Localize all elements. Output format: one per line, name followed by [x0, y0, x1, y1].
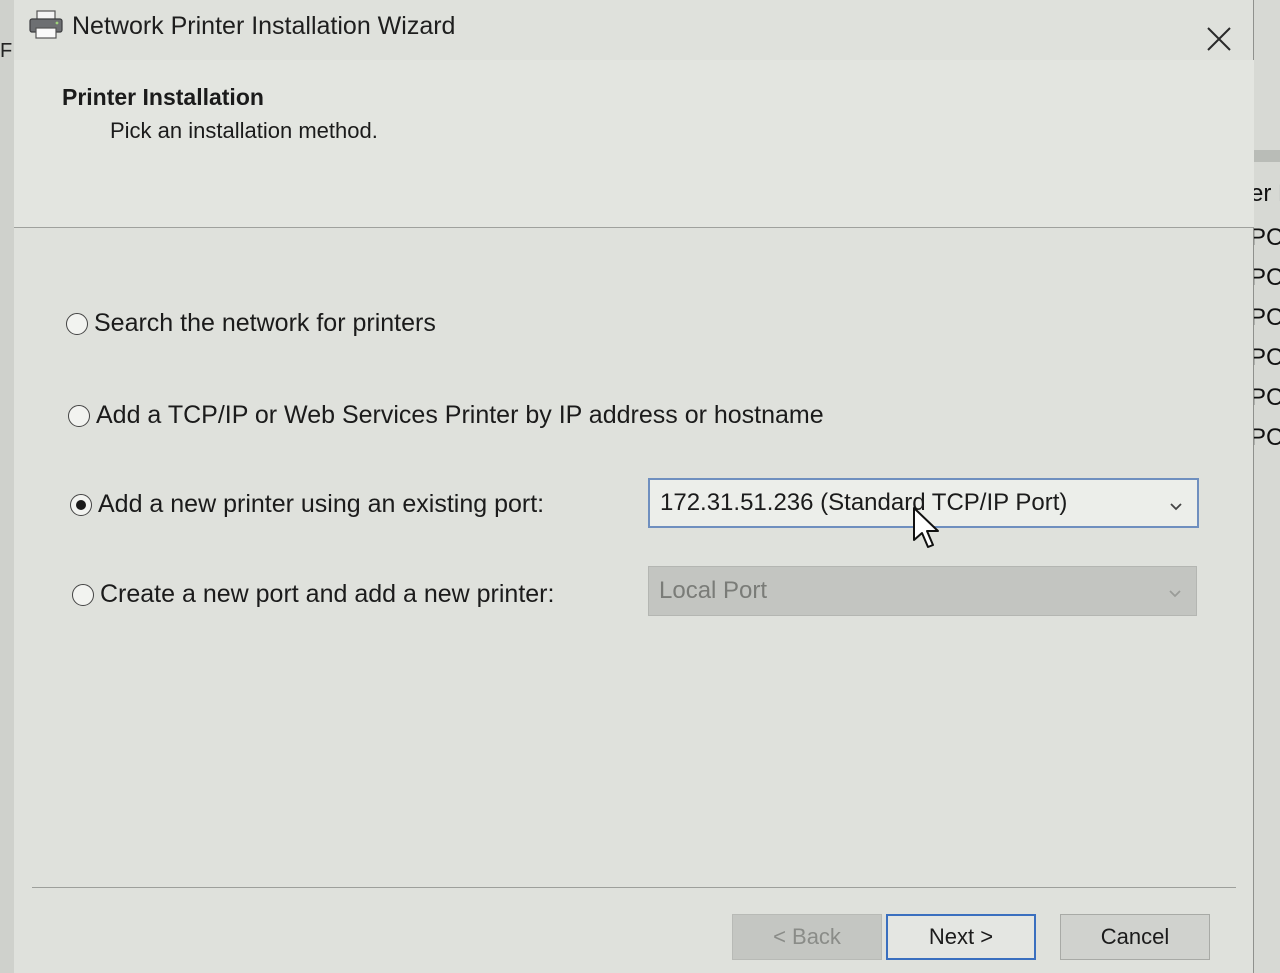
- radio-button[interactable]: [72, 583, 94, 606]
- background-text: PC (: [1252, 224, 1280, 251]
- option-add-tcpip[interactable]: Add a TCP/IP or Web Services Printer by …: [68, 401, 824, 430]
- radio-dot: [76, 499, 86, 510]
- printer-icon: [28, 10, 64, 40]
- option-label: Search the network for printers: [94, 309, 436, 337]
- close-icon: [1206, 26, 1232, 57]
- cancel-button[interactable]: Cancel: [1060, 914, 1210, 960]
- option-new-port[interactable]: Create a new port and add a new printer:: [72, 580, 554, 609]
- chevron-down-icon[interactable]: [1167, 494, 1185, 512]
- wizard-content: Search the network for printers Add a TC…: [14, 229, 1254, 889]
- radio-button[interactable]: [68, 404, 90, 427]
- new-port-dropdown[interactable]: Local Port: [648, 566, 1197, 616]
- background-text: PC (: [1252, 424, 1280, 451]
- background-text: F: [0, 40, 13, 62]
- next-button[interactable]: Next >: [886, 914, 1036, 960]
- close-button[interactable]: [1200, 22, 1238, 60]
- window-title: Network Printer Installation Wizard: [72, 12, 456, 40]
- wizard-header: Printer Installation Pick an installatio…: [14, 60, 1254, 228]
- option-label: Add a TCP/IP or Web Services Printer by …: [96, 401, 824, 429]
- background-header-band: [1252, 150, 1280, 162]
- radio-button-selected[interactable]: [70, 493, 92, 516]
- footer-divider: [32, 887, 1236, 888]
- page-subtitle: Pick an installation method.: [110, 118, 378, 143]
- background-text: er N: [1252, 180, 1280, 207]
- title-bar: Network Printer Installation Wizard: [14, 0, 1254, 60]
- background-text: PC (: [1252, 384, 1280, 411]
- option-search-network[interactable]: Search the network for printers: [66, 309, 436, 338]
- mouse-cursor-icon: [912, 506, 942, 554]
- background-text: PC (: [1252, 344, 1280, 371]
- printer-wizard-dialog: Network Printer Installation Wizard Prin…: [14, 0, 1254, 973]
- background-window-left: F: [0, 0, 14, 973]
- option-existing-port[interactable]: Add a new printer using an existing port…: [70, 490, 544, 519]
- background-window-right: er N PC ( PC ( PC ( PC ( PC ( PC (: [1252, 0, 1280, 973]
- option-label: Add a new printer using an existing port…: [98, 490, 545, 518]
- chevron-down-icon: [1166, 581, 1184, 599]
- dropdown-value: 172.31.51.236 (Standard TCP/IP Port): [660, 489, 1068, 516]
- dropdown-value: Local Port: [659, 577, 768, 604]
- back-button[interactable]: < Back: [732, 914, 882, 960]
- page-title: Printer Installation: [62, 84, 264, 110]
- background-text: PC (: [1252, 304, 1280, 331]
- background-text: PC (: [1252, 264, 1280, 291]
- radio-button[interactable]: [66, 312, 88, 335]
- option-label: Create a new port and add a new printer:: [100, 580, 555, 608]
